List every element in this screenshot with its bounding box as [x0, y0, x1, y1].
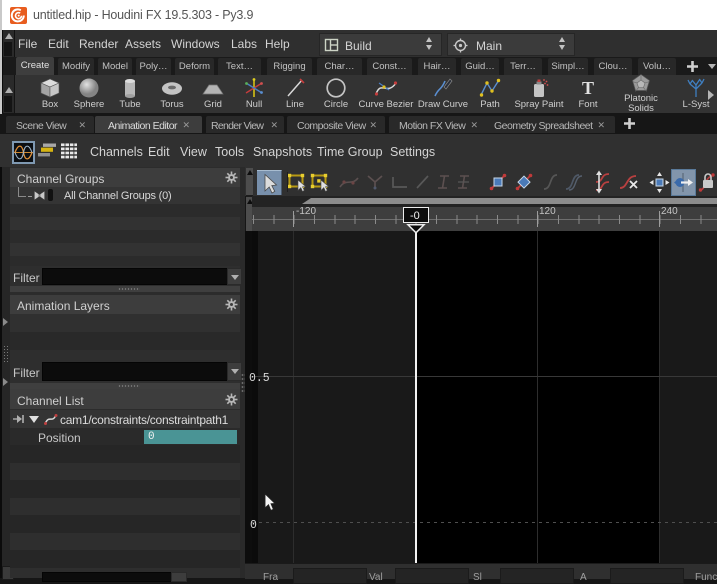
- svg-text:T: T: [582, 78, 594, 98]
